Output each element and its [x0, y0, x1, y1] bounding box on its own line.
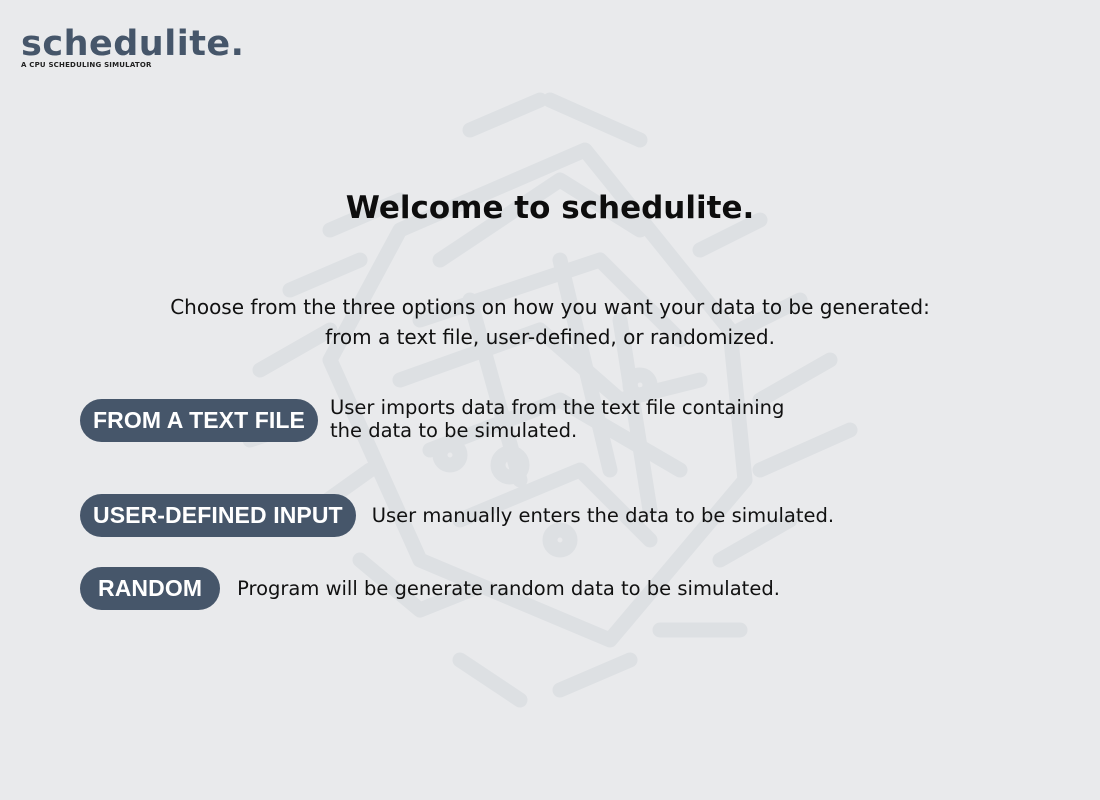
intro-line-1: Choose from the three options on how you… [170, 295, 930, 319]
option-random: RANDOM Program will be generate random d… [80, 567, 780, 610]
option-text-file-description-line-2: the data to be simulated. [330, 419, 578, 442]
option-random-description: Program will be generate random data to … [237, 577, 780, 600]
option-text-file-description-line-1: User imports data from the text file con… [330, 396, 785, 419]
random-button[interactable]: RANDOM [80, 567, 221, 610]
page-title: Welcome to schedulite. [345, 190, 755, 226]
option-text-file-description: User imports data from the text file con… [330, 396, 784, 442]
brand: schedulite. A CPU SCHEDULING SIMULATOR [21, 22, 244, 69]
intro-text: Choose from the three options on how you… [0, 292, 1100, 352]
from-text-file-button[interactable]: FROM A TEXT FILE [80, 399, 318, 442]
user-defined-input-button[interactable]: USER-DEFINED INPUT [80, 494, 356, 537]
intro-line-2: from a text file, user-defined, or rando… [325, 325, 775, 349]
option-text-file: FROM A TEXT FILE User imports data from … [80, 396, 784, 442]
option-user-defined-description: User manually enters the data to be simu… [371, 504, 835, 527]
option-user-defined: USER-DEFINED INPUT User manually enters … [80, 494, 834, 537]
app-logo: schedulite. [21, 24, 245, 64]
